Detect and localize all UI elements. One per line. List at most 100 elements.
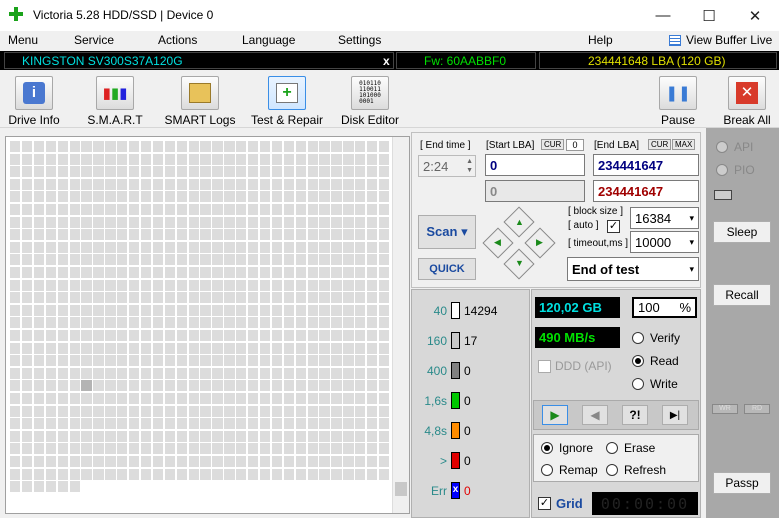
end-button[interactable]: ▶| [662, 405, 688, 425]
smart-label: S.M.A.R.T [87, 113, 143, 127]
sector-block [236, 229, 247, 241]
query-button[interactable]: ?! [622, 405, 648, 425]
sector-block [140, 241, 152, 253]
block-size-select[interactable]: 16384 ▾ [630, 207, 699, 229]
refresh-radio[interactable] [606, 464, 618, 476]
quick-button[interactable]: QUICK [418, 258, 476, 280]
sector-block [152, 380, 164, 392]
write-radio[interactable] [632, 378, 644, 390]
sector-block [331, 229, 342, 241]
end-action-select[interactable]: End of test ▾ [567, 257, 699, 281]
sector-block [188, 191, 199, 203]
maximize-button[interactable]: ☐ [686, 0, 732, 31]
sector-block [93, 355, 104, 367]
grid-scroll-thumb[interactable] [395, 482, 407, 496]
sector-block [200, 292, 211, 304]
sector-block [45, 418, 57, 430]
spin-arrows-icon[interactable]: ▲ ▼ [466, 157, 473, 175]
sector-block [295, 317, 306, 329]
smart-button[interactable]: ▮ ▮ ▮ S.M.A.R.T [84, 70, 146, 128]
sector-block [248, 456, 259, 467]
sector-block [271, 241, 283, 253]
verify-radio[interactable] [632, 332, 644, 344]
ddd-api-checkbox[interactable] [538, 360, 551, 373]
minimize-button[interactable]: — [640, 0, 686, 31]
menu-view-buffer-live[interactable]: View Buffer Live [686, 33, 772, 47]
sector-block [212, 178, 223, 190]
back-button[interactable]: ◀ [582, 405, 608, 425]
menu-service[interactable]: Service [74, 33, 114, 47]
grid-checkbox[interactable]: ✓ [538, 497, 551, 510]
sector-block [378, 317, 390, 329]
sector-block [93, 141, 104, 152]
disk-editor-button[interactable]: 010110 110011 101000 0001 Disk Editor [340, 70, 400, 128]
side-panel [706, 128, 779, 518]
sector-block [45, 292, 57, 304]
sector-block [378, 141, 390, 152]
sector-block [319, 141, 330, 152]
sector-block [224, 141, 235, 152]
sector-block [45, 342, 57, 354]
end-lba-input[interactable]: 234441647 [593, 154, 699, 176]
scan-button[interactable]: Scan ▾ [418, 215, 476, 249]
end-max-button[interactable]: MAX [672, 139, 696, 150]
break-all-button[interactable]: ✕ Break All [721, 70, 773, 128]
pause-button[interactable]: ❚❚ Pause [655, 70, 701, 128]
start-lba-input[interactable]: 0 [485, 154, 585, 176]
sector-block [164, 330, 176, 341]
sector-block [248, 468, 259, 480]
api-radio[interactable] [716, 141, 728, 153]
play-button[interactable]: ▶ [542, 405, 568, 425]
sector-block [200, 430, 211, 442]
sector-block [331, 204, 342, 215]
menu-settings[interactable]: Settings [338, 33, 381, 47]
sector-block [283, 317, 295, 329]
menu-menu[interactable]: Menu [8, 33, 38, 47]
menu-help[interactable]: Help [588, 33, 613, 47]
sector-block [331, 342, 342, 354]
auto-checkbox[interactable]: ✓ [607, 220, 620, 233]
sector-block [212, 367, 223, 379]
sector-block [295, 330, 306, 341]
sector-block [45, 279, 57, 291]
drive-info-button[interactable]: i Drive Info [5, 70, 63, 128]
sector-block [81, 191, 92, 203]
timeout-select[interactable]: 10000 ▾ [630, 231, 699, 253]
menu-actions[interactable]: Actions [158, 33, 197, 47]
erase-radio[interactable] [606, 442, 618, 454]
sector-block [69, 393, 80, 404]
start-cur-button[interactable]: CUR [541, 139, 565, 150]
sector-block [224, 204, 235, 215]
grid-scrollbar[interactable] [392, 137, 409, 513]
test-repair-button[interactable]: + Test & Repair [249, 70, 325, 128]
sector-block [176, 443, 187, 455]
sector-block [212, 292, 223, 304]
pio-radio[interactable] [716, 164, 728, 176]
passp-button[interactable]: Passp [713, 472, 771, 494]
sector-block [10, 292, 21, 304]
sector-block [307, 380, 318, 392]
read-radio[interactable] [632, 355, 644, 367]
sector-block [81, 405, 92, 417]
end-cur-button[interactable]: CUR [648, 139, 672, 150]
sector-block [45, 330, 57, 341]
sector-block [295, 292, 306, 304]
sector-block [200, 468, 211, 480]
end-time-spinner[interactable]: 2:24 ▲ ▼ [418, 155, 476, 177]
ignore-radio[interactable] [541, 442, 553, 454]
menu-language[interactable]: Language [242, 33, 295, 47]
close-button[interactable]: ✕ [732, 0, 778, 31]
sector-block [10, 204, 21, 215]
recall-button[interactable]: Recall [713, 284, 771, 306]
sector-block [236, 204, 247, 215]
sector-block [176, 393, 187, 404]
sector-block [152, 279, 164, 291]
sleep-button[interactable]: Sleep [713, 221, 771, 243]
sector-block [81, 418, 92, 430]
close-device-button[interactable]: x [383, 51, 390, 70]
smart-logs-button[interactable]: SMART Logs [164, 70, 236, 128]
timeout-label: [ timeout,ms ] [568, 238, 629, 249]
sector-block [10, 241, 21, 253]
remap-radio[interactable] [541, 464, 553, 476]
sector-block [176, 330, 187, 341]
